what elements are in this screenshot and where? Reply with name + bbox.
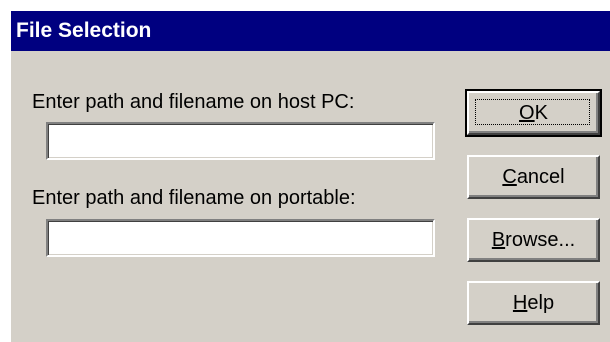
dialog-title: File Selection xyxy=(11,11,610,51)
ok-button[interactable]: OK xyxy=(465,89,602,137)
browse-accelerator: B xyxy=(491,229,506,251)
file-selection-dialog: File Selection Enter path and filename o… xyxy=(9,9,610,342)
portable-path-label: Enter path and filename on portable: xyxy=(32,187,356,209)
browse-button[interactable]: Browse... xyxy=(467,218,600,262)
browse-label: rowse... xyxy=(505,229,576,251)
ok-accelerator: O xyxy=(519,102,535,124)
host-path-label: Enter path and filename on host PC: xyxy=(32,91,355,113)
host-path-input[interactable] xyxy=(46,122,435,160)
help-label: elp xyxy=(527,292,555,314)
help-button[interactable]: Help xyxy=(467,281,600,325)
help-accelerator: H xyxy=(512,292,528,314)
portable-path-input[interactable] xyxy=(46,219,435,257)
cancel-button[interactable]: Cancel xyxy=(467,155,600,199)
ok-label: K xyxy=(534,102,548,124)
cancel-accelerator: C xyxy=(502,166,517,188)
cancel-label: ancel xyxy=(516,166,565,188)
